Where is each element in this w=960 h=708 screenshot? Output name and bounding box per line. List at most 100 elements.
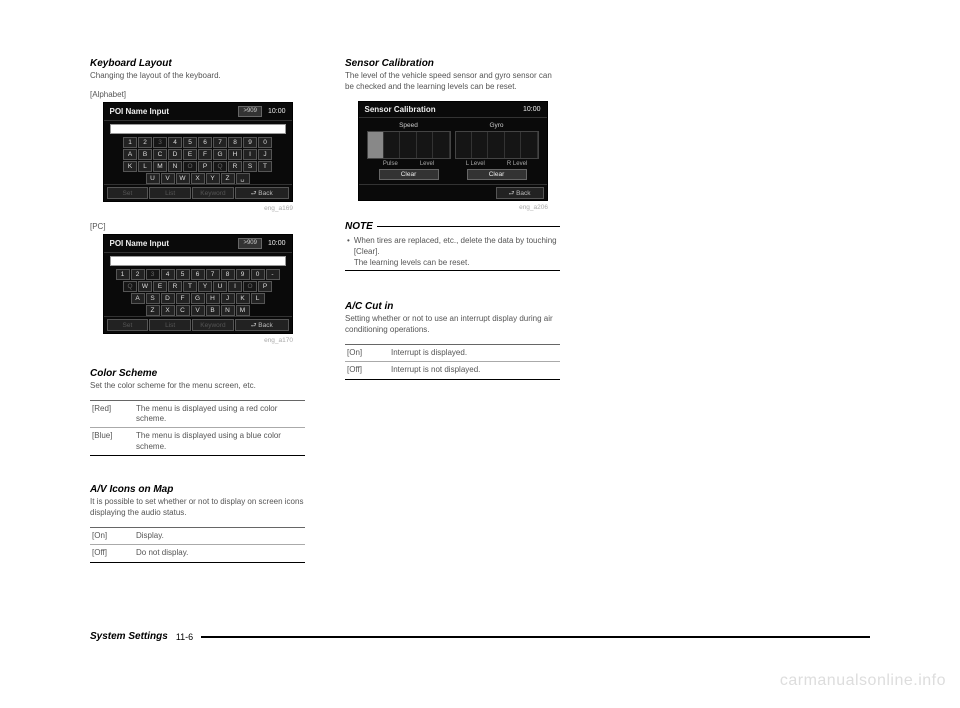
key[interactable]: 3 — [153, 137, 167, 148]
set-button[interactable]: Set — [107, 319, 149, 331]
key[interactable]: A — [131, 293, 145, 304]
sensor-calibration-screenshot: Sensor Calibration 10:00 Speed Pulse Lev… — [358, 101, 548, 201]
back-button[interactable]: ⮐ Back — [235, 187, 289, 199]
key[interactable]: U — [213, 281, 227, 292]
key[interactable]: V — [161, 173, 175, 184]
key[interactable]: D — [168, 149, 182, 160]
key[interactable]: R — [228, 161, 242, 172]
key[interactable]: N — [168, 161, 182, 172]
key[interactable]: L — [138, 161, 152, 172]
key[interactable]: U — [146, 173, 160, 184]
key[interactable]: S — [146, 293, 160, 304]
key[interactable]: F — [176, 293, 190, 304]
key[interactable]: E — [183, 149, 197, 160]
key[interactable]: J — [258, 149, 272, 160]
l-level-label: L Level — [466, 161, 485, 167]
key[interactable]: J — [221, 293, 235, 304]
key[interactable]: H — [206, 293, 220, 304]
image-caption: eng_a169 — [90, 205, 305, 212]
keyword-button[interactable]: Keyword — [192, 319, 234, 331]
key[interactable]: 5 — [176, 269, 190, 280]
poi-name-input[interactable] — [110, 124, 286, 134]
key[interactable]: 9 — [236, 269, 250, 280]
keyword-button[interactable]: Keyword — [192, 187, 234, 199]
set-button[interactable]: Set — [107, 187, 149, 199]
key[interactable]: V — [191, 305, 205, 316]
av-icons-table: [On] Display. [Off] Do not display. — [90, 527, 305, 563]
clear-button[interactable]: Clear — [467, 169, 527, 180]
key[interactable]: Q — [213, 161, 227, 172]
key[interactable]: Q — [123, 281, 137, 292]
key[interactable]: G — [191, 293, 205, 304]
color-scheme-table: [Red] The menu is displayed using a red … — [90, 400, 305, 457]
key[interactable]: 6 — [198, 137, 212, 148]
key[interactable]: S — [243, 161, 257, 172]
key[interactable]: I — [243, 149, 257, 160]
key[interactable]: T — [258, 161, 272, 172]
key[interactable]: 2 — [138, 137, 152, 148]
key[interactable]: 4 — [161, 269, 175, 280]
key[interactable]: P — [198, 161, 212, 172]
speed-panel: Speed Pulse Level Clear — [367, 122, 451, 180]
key[interactable]: C — [176, 305, 190, 316]
option-value: Display. — [136, 531, 303, 541]
key[interactable]: X — [191, 173, 205, 184]
list-button[interactable]: List — [149, 319, 191, 331]
key[interactable]: 5 — [183, 137, 197, 148]
key[interactable]: I — [228, 281, 242, 292]
key[interactable]: G — [213, 149, 227, 160]
key[interactable]: 0 — [258, 137, 272, 148]
key[interactable]: T — [183, 281, 197, 292]
key[interactable]: M — [153, 161, 167, 172]
key[interactable]: 1 — [116, 269, 130, 280]
key[interactable]: D — [161, 293, 175, 304]
key[interactable]: 7 — [213, 137, 227, 148]
key[interactable]: 8 — [221, 269, 235, 280]
key[interactable]: O — [183, 161, 197, 172]
option-value: The menu is displayed using a red color … — [136, 404, 303, 425]
key[interactable]: X — [161, 305, 175, 316]
key[interactable]: 9 — [243, 137, 257, 148]
key[interactable]: - — [266, 269, 280, 280]
key[interactable]: Z — [146, 305, 160, 316]
note-heading: NOTE — [345, 221, 560, 232]
poi-name-input[interactable] — [110, 256, 286, 266]
key[interactable]: 4 — [168, 137, 182, 148]
table-row: [Red] The menu is displayed using a red … — [90, 401, 305, 429]
key[interactable]: O — [243, 281, 257, 292]
key[interactable]: C — [153, 149, 167, 160]
list-button[interactable]: List — [149, 187, 191, 199]
key[interactable]: Y — [206, 173, 220, 184]
key[interactable]: N — [221, 305, 235, 316]
key[interactable]: Z — [221, 173, 235, 184]
clear-button[interactable]: Clear — [379, 169, 439, 180]
back-button[interactable]: ⮐ Back — [496, 187, 544, 199]
key[interactable]: Y — [198, 281, 212, 292]
key[interactable]: B — [206, 305, 220, 316]
key[interactable]: R — [168, 281, 182, 292]
key[interactable]: K — [123, 161, 137, 172]
key[interactable]: P — [258, 281, 272, 292]
key[interactable]: ␣ — [236, 173, 250, 184]
key[interactable]: H — [228, 149, 242, 160]
key[interactable]: A — [123, 149, 137, 160]
footer-section-title: System Settings — [90, 631, 168, 642]
key[interactable]: L — [251, 293, 265, 304]
key[interactable]: 3 — [146, 269, 160, 280]
key[interactable]: F — [198, 149, 212, 160]
key[interactable]: 2 — [131, 269, 145, 280]
ac-cut-in-title: A/C Cut in — [345, 301, 560, 312]
key[interactable]: 6 — [191, 269, 205, 280]
key[interactable]: B — [138, 149, 152, 160]
key[interactable]: M — [236, 305, 250, 316]
key[interactable]: W — [138, 281, 152, 292]
key[interactable]: 1 — [123, 137, 137, 148]
key[interactable]: 0 — [251, 269, 265, 280]
key[interactable]: E — [153, 281, 167, 292]
key[interactable]: K — [236, 293, 250, 304]
key[interactable]: W — [176, 173, 190, 184]
key[interactable]: 7 — [206, 269, 220, 280]
speed-gauge — [367, 131, 451, 159]
back-button[interactable]: ⮐ Back — [235, 319, 289, 331]
key[interactable]: 8 — [228, 137, 242, 148]
